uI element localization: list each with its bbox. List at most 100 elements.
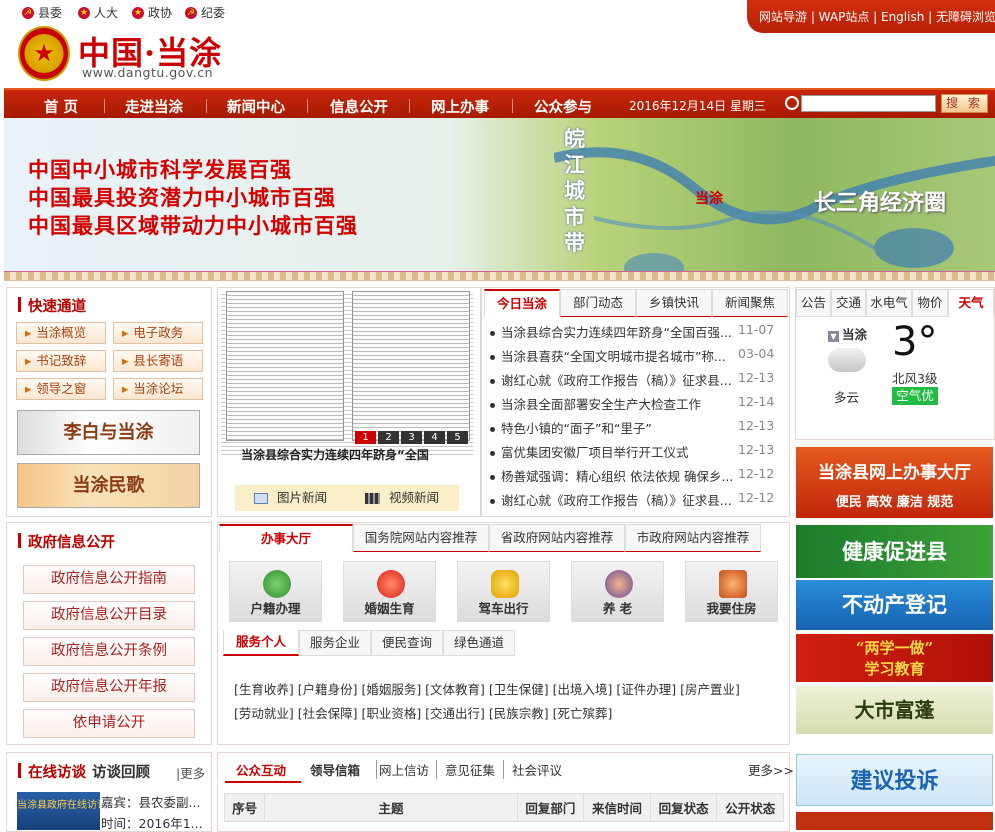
interview-more-link[interactable]: |更多: [176, 763, 205, 782]
tab-notice[interactable]: 公告: [796, 289, 831, 317]
nav-home[interactable]: 首 页: [44, 96, 78, 117]
tab-utilities[interactable]: 水电气: [866, 289, 912, 317]
tab-province[interactable]: 省政府网站内容推荐: [489, 524, 625, 552]
health-county-banner[interactable]: 健康促进县: [796, 525, 993, 578]
tab-today-dangtu[interactable]: 今日当涂: [484, 289, 560, 317]
gov-info-apply[interactable]: 依申请公开: [23, 709, 195, 738]
search-input[interactable]: [801, 95, 936, 112]
tab-personal[interactable]: 服务个人: [223, 630, 299, 656]
online-service-hall-banner[interactable]: 当涂县网上办事大厅 便民 高效 廉洁 规范: [796, 447, 993, 518]
gov-info-guide[interactable]: 政府信息公开指南: [23, 565, 195, 594]
tab-traffic[interactable]: 交通: [831, 289, 866, 317]
study-education-banner[interactable]: “两学一做” 学习教育: [796, 634, 993, 682]
news-title[interactable]: 当涂县综合实力连续四年跻身“全国百强...: [501, 325, 732, 340]
bullet-icon: [490, 451, 495, 456]
tab-evaluation[interactable]: 社会评议: [503, 760, 562, 779]
quick-links-text[interactable]: 网站导游 | WAP站点 | English | 无障碍浏览: [759, 10, 995, 24]
news-item[interactable]: 谢红心就《政府工作报告（稿）》征求县... 12-13: [490, 370, 780, 389]
news-title[interactable]: 谢红心就《政府工作报告（稿）》征求县...: [501, 493, 732, 508]
news-title[interactable]: 当涂县全面部署安全生产大检查工作: [501, 397, 701, 412]
tab-weather[interactable]: 天气: [948, 289, 994, 317]
advice-complaint-banner[interactable]: 建议投诉: [796, 754, 993, 806]
service-subtabs: 服务个人 服务企业 便民查询 绿色通道: [223, 630, 515, 656]
tab-opinion[interactable]: 意见征集: [436, 760, 495, 779]
photo-page-5[interactable]: 5: [447, 431, 468, 444]
photo-table-image: [226, 291, 344, 441]
tab-prices[interactable]: 物价: [912, 289, 948, 317]
service-marriage[interactable]: 婚姻生育: [343, 561, 436, 622]
news-title[interactable]: 富优集团安徽厂项目举行开工仪式: [501, 445, 689, 460]
cloud-icon: [828, 348, 866, 372]
news-title[interactable]: 谢红心就《政府工作报告（稿）》征求县...: [501, 373, 732, 388]
search-button[interactable]: 搜 索: [941, 94, 988, 113]
service-housing[interactable]: 我要住房: [685, 561, 778, 622]
tab-query[interactable]: 便民查询: [371, 630, 443, 656]
interview-review-title[interactable]: 访谈回顾: [92, 761, 150, 782]
news-title[interactable]: 杨善斌强调：精心组织 依法依规 确保乡...: [501, 469, 733, 484]
news-item[interactable]: 杨善斌强调：精心组织 依法依规 确保乡... 12-12: [490, 466, 780, 485]
nav-news[interactable]: 新闻中心: [227, 96, 285, 117]
news-title[interactable]: 特色小镇的“面子”和“里子”: [501, 421, 652, 436]
video-news-button[interactable]: 视频新闻: [365, 487, 439, 509]
tab-towns[interactable]: 乡镇快讯: [636, 289, 712, 317]
interaction-more-link[interactable]: 更多>>: [748, 760, 794, 779]
gov-info-regulations[interactable]: 政府信息公开条例: [23, 637, 195, 666]
quick-btn-secretary[interactable]: 书记致辞: [16, 350, 106, 372]
gov-info-catalog[interactable]: 政府信息公开目录: [23, 601, 195, 630]
party-link-county-committee[interactable]: ☭ 县委: [22, 4, 62, 21]
quick-btn-forum[interactable]: 当涂论坛: [113, 378, 203, 400]
map-label-yrd: 长三角经济圈: [814, 191, 947, 216]
photo-page-4[interactable]: 4: [424, 431, 445, 444]
banner-slogan: 中国最具区域带动力中小城市百强: [28, 213, 358, 238]
service-driving[interactable]: 驾车出行: [457, 561, 550, 622]
bullet-icon: [490, 355, 495, 360]
libai-dangtu-banner[interactable]: 李白与当涂: [17, 410, 200, 455]
news-date: 12-13: [738, 418, 775, 433]
photo-page-3[interactable]: 3: [401, 431, 422, 444]
tab-focus[interactable]: 新闻聚焦: [712, 289, 788, 317]
nav-online-service[interactable]: 网上办事: [431, 96, 489, 117]
tab-state-council[interactable]: 国务院网站内容推荐: [353, 524, 489, 552]
folk-song-banner[interactable]: 当涂民歌: [17, 463, 200, 508]
quick-btn-egov[interactable]: 电子政务: [113, 322, 203, 344]
news-item[interactable]: 当涂县综合实力连续四年跻身“全国百强... 11-07: [490, 322, 780, 341]
nav-participation[interactable]: 公众参与: [534, 96, 592, 117]
photo-page-1[interactable]: 1: [355, 431, 376, 444]
nav-info[interactable]: 信息公开: [330, 96, 388, 117]
photo-caption[interactable]: 当涂县综合实力连续四年跻身“全国: [241, 446, 471, 463]
real-estate-registration-banner[interactable]: 不动产登记: [796, 580, 993, 630]
tab-department[interactable]: 部门动态: [560, 289, 636, 317]
quick-btn-mayor[interactable]: 县长寄语: [113, 350, 203, 372]
news-item[interactable]: 当涂县全面部署安全生产大检查工作 12-14: [490, 394, 780, 413]
tab-green-channel[interactable]: 绿色通道: [443, 630, 515, 656]
news-title[interactable]: 当涂县喜获“全国文明城市提名城市”称...: [501, 349, 726, 364]
news-item[interactable]: 富优集团安徽厂项目举行开工仪式 12-13: [490, 442, 780, 461]
quick-btn-overview[interactable]: 当涂概览: [16, 322, 106, 344]
party-link-npc[interactable]: ★ 人大: [78, 4, 118, 21]
nav-about[interactable]: 走进当涂: [125, 96, 183, 117]
tab-service-hall[interactable]: 办事大厅: [219, 524, 353, 552]
quick-links-bar[interactable]: 网站导游 | WAP站点 | English | 无障碍浏览: [747, 0, 995, 33]
service-links-row1[interactable]: [生育收养] [户籍身份] [婚姻服务] [文体教育] [卫生保健] [出境入境…: [234, 679, 740, 698]
service-household[interactable]: 户籍办理: [229, 561, 322, 622]
gov-info-annual-report[interactable]: 政府信息公开年报: [23, 673, 195, 702]
news-item[interactable]: 当涂县喜获“全国文明城市提名城市”称... 03-04: [490, 346, 780, 365]
tab-leader-mailbox[interactable]: 领导信箱: [310, 760, 360, 779]
interview-thumbnail[interactable]: 当涂县政府在线访谈: [17, 792, 100, 830]
service-links-row2[interactable]: [劳动就业] [社会保障] [职业资格] [交通出行] [民族宗教] [死亡殡葬…: [234, 703, 612, 722]
fudang-banner[interactable]: 大市富蓬: [796, 686, 993, 734]
col-subject: 主题: [264, 793, 518, 822]
news-item[interactable]: 特色小镇的“面子”和“里子” 12-13: [490, 418, 780, 437]
quick-btn-leaders[interactable]: 领导之窗: [16, 378, 106, 400]
photo-news-button[interactable]: 图片新闻: [254, 487, 327, 509]
tab-city[interactable]: 市政府网站内容推荐: [625, 524, 761, 552]
party-link-cppcc[interactable]: ★ 政协: [132, 4, 172, 21]
service-pension[interactable]: 养 老: [571, 561, 664, 622]
party-link-discipline[interactable]: ☭ 纪委: [185, 4, 225, 21]
tab-public-interaction[interactable]: 公众互动: [236, 760, 286, 779]
photo-page-2[interactable]: 2: [378, 431, 399, 444]
tab-online-petition[interactable]: 网上信访: [376, 760, 429, 779]
tab-enterprise[interactable]: 服务企业: [299, 630, 371, 656]
news-item[interactable]: 谢红心就《政府工作报告（稿）》征求县... 12-12: [490, 490, 780, 509]
weather-city[interactable]: ▼ 当涂: [828, 324, 867, 343]
